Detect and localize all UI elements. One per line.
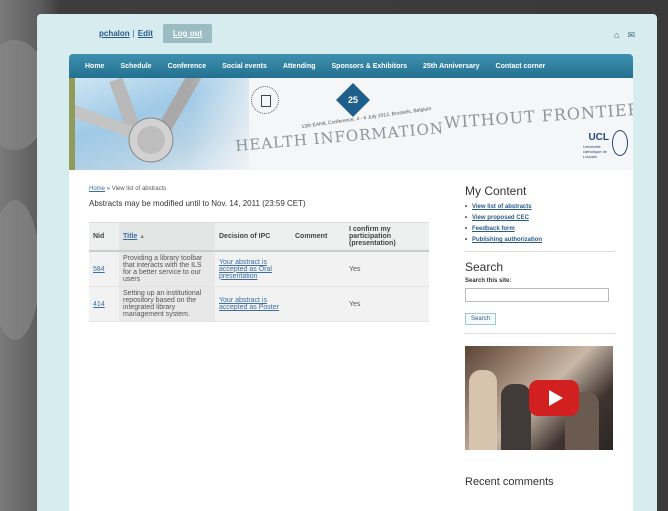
logout-button[interactable]: Log out: [162, 23, 213, 43]
title-sort-link[interactable]: Title: [123, 233, 137, 240]
abstracts-table: Nid Title ▲ Decision of IPC Comment I co…: [89, 222, 429, 322]
nav-attending[interactable]: Attending: [275, 63, 324, 70]
video-person: [469, 369, 497, 450]
mail-icon[interactable]: ✉: [627, 30, 635, 41]
eahil-logo: [251, 86, 279, 114]
sidebar-divider: [465, 251, 615, 252]
my-content-item: Publishing authorization: [465, 237, 615, 243]
row-decision: Your abstract is accepted as Poster: [215, 286, 291, 322]
nav-schedule[interactable]: Schedule: [112, 63, 159, 70]
nav-home[interactable]: Home: [77, 63, 112, 70]
search-heading: Search: [465, 260, 504, 274]
link-feedback-form[interactable]: Feedback form: [472, 226, 515, 232]
banner-strip: [69, 78, 75, 170]
ucl-seal-icon: [612, 130, 628, 156]
row-confirm: Yes: [345, 286, 429, 322]
row-title: Setting up an institutional repository b…: [119, 286, 215, 322]
banner-title-right: WITHOUT FRONTIERS: [443, 98, 633, 133]
content-area: Home » View list of abstracts Abstracts …: [69, 170, 633, 511]
link-view-cec[interactable]: View proposed CEC: [472, 215, 529, 221]
top-icons: ⌂ ✉: [614, 30, 635, 41]
edit-link[interactable]: Edit: [138, 29, 153, 38]
home-icon[interactable]: ⌂: [614, 30, 619, 41]
modification-notice: Abstracts may be modified until to Nov. …: [89, 199, 306, 208]
row-title: Providing a library toolbar that interac…: [119, 251, 215, 287]
breadcrumb: Home » View list of abstracts: [89, 186, 449, 192]
badge-number: 25: [347, 95, 358, 105]
anniversary-badge: 25: [336, 83, 370, 117]
row-nid: 584: [89, 251, 119, 287]
search-input[interactable]: [465, 288, 609, 302]
table-row: 584 Providing a library toolbar that int…: [89, 251, 429, 287]
username-link[interactable]: pchalon: [99, 29, 130, 38]
user-separator: |: [132, 28, 135, 38]
my-content-item: View proposed CEC: [465, 215, 615, 221]
row-confirm: Yes: [345, 251, 429, 287]
decision-link[interactable]: Your abstract is accepted as Poster: [219, 297, 279, 311]
header-confirm: I confirm my participation (presentation…: [345, 222, 429, 252]
my-content-list: View list of abstracts View proposed CEC…: [465, 204, 615, 243]
nav-contact[interactable]: Contact corner: [488, 63, 554, 70]
link-publishing-auth[interactable]: Publishing authorization: [472, 237, 542, 243]
play-icon[interactable]: [529, 379, 579, 416]
nav-social-events[interactable]: Social events: [214, 63, 275, 70]
sidebar-divider: [465, 332, 615, 334]
nid-link[interactable]: 414: [93, 301, 105, 308]
video-person: [501, 383, 531, 450]
ucl-logo-text: UCL: [588, 132, 609, 143]
nav-conference[interactable]: Conference: [160, 63, 215, 70]
row-decision: Your abstract is accepted as Oral presen…: [215, 251, 291, 287]
search-button[interactable]: Search: [465, 312, 497, 325]
sidebar: My Content View list of abstracts View p…: [465, 184, 615, 488]
recent-comments-heading: Recent comments: [465, 475, 554, 488]
header-comment: Comment: [291, 222, 345, 252]
table-row: 414 Setting up an institutional reposito…: [89, 286, 429, 322]
row-comment: [291, 286, 345, 322]
video-embed[interactable]: [465, 345, 613, 450]
link-view-abstracts[interactable]: View list of abstracts: [472, 204, 532, 210]
breadcrumb-separator: »: [106, 186, 111, 192]
nav-sponsors[interactable]: Sponsors & Exhibitors: [324, 63, 415, 70]
header-title[interactable]: Title ▲: [119, 222, 215, 252]
main-nav: Home Schedule Conference Social events A…: [69, 54, 633, 78]
main-column: Home » View list of abstracts Abstracts …: [89, 186, 449, 322]
breadcrumb-home[interactable]: Home: [89, 186, 105, 192]
sort-ascending-icon: ▲: [139, 234, 146, 240]
header-decision: Decision of IPC: [215, 222, 291, 252]
my-content-item: View list of abstracts: [465, 204, 615, 210]
ucl-subtitle: Université catholique de Louvain: [583, 144, 607, 159]
my-content-heading: My Content: [465, 184, 527, 198]
nid-link[interactable]: 584: [93, 266, 105, 273]
row-nid: 414: [89, 286, 119, 322]
search-label: Search this site:: [465, 278, 512, 284]
row-comment: [291, 251, 345, 287]
browser-page: pchalon | Edit Log out ⌂ ✉ Home Schedule…: [37, 14, 657, 511]
header-nid: Nid: [89, 222, 119, 252]
decision-link[interactable]: Your abstract is accepted as Oral presen…: [219, 259, 272, 280]
user-bar: pchalon | Edit Log out: [99, 22, 213, 44]
conference-banner: 25 13th EAHIL Conference, 4 - 6 July 201…: [69, 78, 633, 170]
nav-anniversary[interactable]: 25th Anniversary: [415, 63, 488, 70]
my-content-item: Feedback form: [465, 226, 615, 232]
breadcrumb-current: View list of abstracts: [111, 186, 167, 192]
